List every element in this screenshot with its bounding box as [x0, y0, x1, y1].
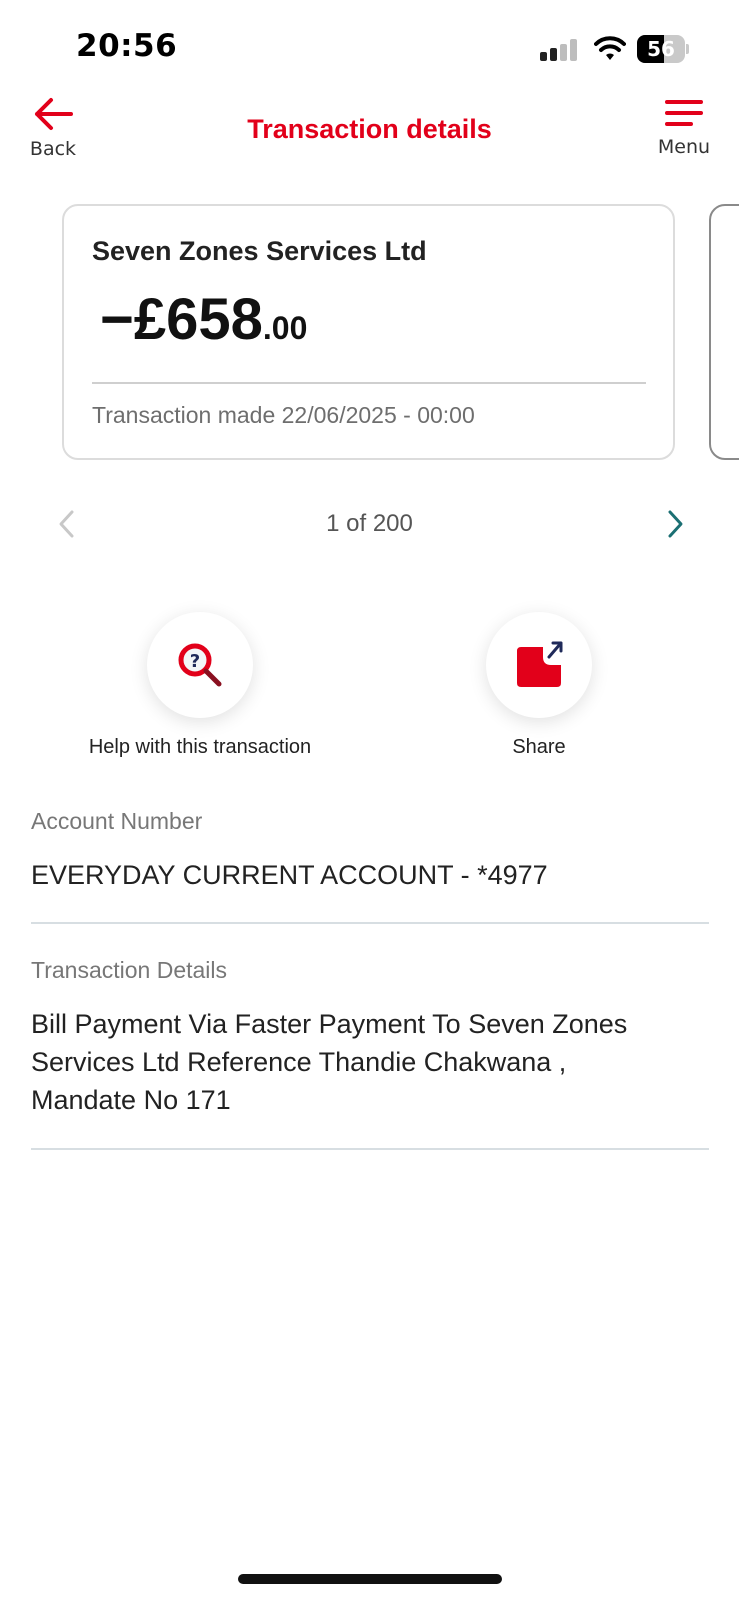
next-transaction-card-peek[interactable] [709, 204, 739, 460]
details-line: Bill Payment Via Faster Payment To Seven… [31, 1009, 628, 1039]
help-label: Help with this transaction [88, 736, 312, 758]
transaction-made-label: Transaction made [92, 402, 276, 428]
section-divider [31, 922, 709, 924]
card-divider [92, 382, 646, 384]
help-button[interactable]: ? [147, 612, 253, 718]
share-icon [517, 641, 563, 687]
pager-position: 1 of 200 [326, 510, 413, 537]
transaction-details-value: Bill Payment Via Faster Payment To Seven… [31, 1005, 711, 1119]
share-label: Share [512, 736, 566, 758]
cellular-signal-icon [540, 39, 577, 61]
section-divider [31, 1148, 709, 1150]
page-title: Transaction details [247, 114, 492, 144]
details-line: Services Ltd Reference Thandie Chakwana … [31, 1047, 567, 1077]
svg-text:?: ? [190, 651, 200, 672]
battery-indicator: 56 [637, 35, 689, 63]
next-chevron-icon[interactable] [660, 506, 690, 542]
transaction-made: Transaction made 22/06/2025 - 00:00 [92, 402, 475, 429]
merchant-name: Seven Zones Services Ltd [92, 236, 427, 266]
share-action[interactable]: Share [389, 612, 689, 759]
amount-main: −£658 [100, 287, 263, 352]
transaction-card[interactable]: Seven Zones Services Ltd −£658.00 Transa… [62, 204, 675, 460]
account-number-label: Account Number [31, 808, 203, 834]
amount-pence: .00 [262, 310, 308, 346]
wifi-icon [594, 36, 626, 60]
help-action[interactable]: ? Help with this transaction [50, 612, 350, 759]
home-indicator[interactable] [238, 1574, 502, 1584]
battery-level: 56 [647, 37, 675, 61]
magnifier-question-icon: ? [178, 643, 222, 687]
battery-icon: 56 [637, 35, 685, 63]
hamburger-menu-icon [665, 100, 703, 126]
status-time: 20:56 [76, 28, 178, 64]
transaction-made-date: 22/06/2025 - 00:00 [281, 402, 475, 428]
menu-button[interactable]: Menu [648, 96, 720, 168]
details-line: Mandate No 171 [31, 1085, 231, 1115]
transaction-details-label: Transaction Details [31, 957, 228, 983]
transaction-amount: −£658.00 [100, 286, 307, 353]
account-number-value: EVERYDAY CURRENT ACCOUNT - *4977 [31, 860, 548, 890]
share-button[interactable] [486, 612, 592, 718]
menu-label: Menu [657, 136, 711, 158]
